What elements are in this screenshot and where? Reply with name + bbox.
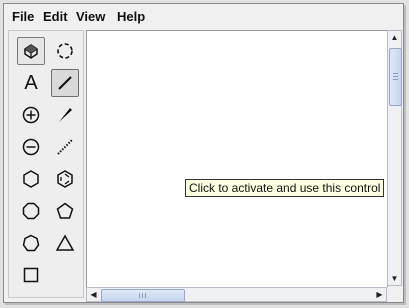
scroll-left-button[interactable]: ◀: [87, 288, 100, 301]
tooltip: Click to activate and use this control: [185, 179, 385, 197]
hashed-bond-icon: [57, 139, 73, 155]
eraser-select-icon: [24, 44, 38, 59]
scroll-right-button[interactable]: ▶: [373, 288, 386, 301]
menu-help[interactable]: Help: [117, 9, 145, 24]
bond-tool[interactable]: [51, 101, 79, 129]
benzene-tool[interactable]: [51, 165, 79, 193]
triangle-icon: [55, 234, 75, 251]
drawing-canvas[interactable]: [86, 30, 388, 288]
scroll-down-button[interactable]: ▼: [388, 272, 401, 285]
zoom-out-tool[interactable]: [17, 133, 45, 161]
vertical-scroll-thumb[interactable]: [389, 48, 402, 106]
minus-circle-icon: [22, 138, 40, 156]
text-icon: A: [24, 71, 38, 94]
scrollbar-corner: [387, 287, 402, 302]
horizontal-scroll-thumb[interactable]: [101, 289, 185, 302]
square-tool[interactable]: [17, 261, 45, 289]
wedge-bond-icon: [59, 108, 72, 122]
pentagon-tool[interactable]: [51, 197, 79, 225]
benzene-icon: [57, 170, 73, 188]
lasso-tool[interactable]: [51, 37, 79, 65]
line-icon: [58, 76, 72, 90]
hexagon-icon: [23, 170, 39, 188]
scroll-up-button[interactable]: ▲: [388, 31, 401, 44]
plus-circle-icon: [22, 106, 40, 124]
octagon-icon: [22, 202, 40, 220]
square-icon: [23, 267, 39, 283]
menu-view[interactable]: View: [76, 9, 105, 24]
octagon-tool[interactable]: [17, 197, 45, 225]
menu-edit[interactable]: Edit: [43, 9, 68, 24]
vertical-scrollbar[interactable]: ▲ ▼: [387, 30, 402, 286]
line-tool[interactable]: [51, 69, 79, 97]
applet-window: File Edit View Help A ▲ ▼ ◀ ▶ Click to a…: [3, 3, 404, 303]
heptagon-tool[interactable]: [17, 229, 45, 257]
zoom-in-tool[interactable]: [17, 101, 45, 129]
pentagon-icon: [56, 202, 74, 219]
dashed-bond-tool[interactable]: [51, 133, 79, 161]
menu-bar: File Edit View Help: [4, 4, 403, 28]
triangle-tool[interactable]: [51, 229, 79, 257]
hexagon-tool[interactable]: [17, 165, 45, 193]
text-tool[interactable]: A: [17, 69, 45, 97]
tool-palette: A: [8, 30, 84, 298]
lasso-icon: [57, 43, 73, 59]
horizontal-scrollbar[interactable]: ◀ ▶: [86, 287, 387, 302]
select-tool[interactable]: [17, 37, 45, 65]
menu-file[interactable]: File: [12, 9, 34, 24]
heptagon-icon: [22, 234, 40, 252]
